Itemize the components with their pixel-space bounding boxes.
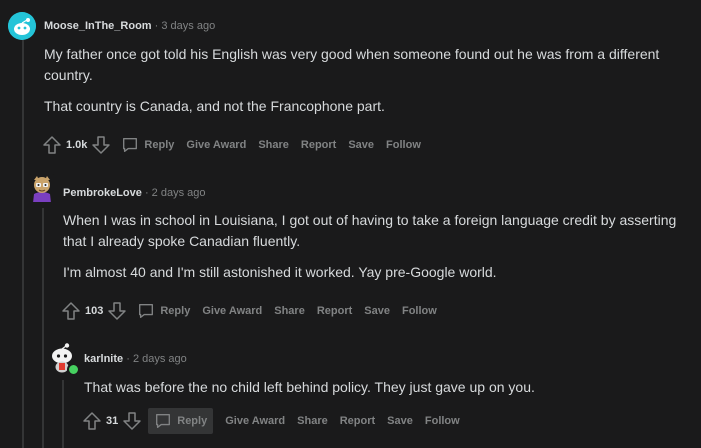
comment-paragraph: I'm almost 40 and I'm still astonished i… xyxy=(63,264,497,280)
vote-controls: 103 xyxy=(61,301,127,321)
share-button[interactable]: Share xyxy=(258,139,289,151)
comment-actions: 31 Reply Give Award Share Report Save Fo… xyxy=(82,408,460,434)
upvote-icon[interactable] xyxy=(61,301,81,321)
vote-score: 31 xyxy=(106,415,119,427)
reply-label: Reply xyxy=(177,415,208,427)
author-name[interactable]: Moose_InThe_Room xyxy=(44,20,152,32)
follow-button[interactable]: Follow xyxy=(386,139,421,151)
upvote-icon[interactable] xyxy=(42,135,62,155)
separator: · xyxy=(126,353,130,365)
vote-controls: 31 xyxy=(82,411,142,431)
comment-bubble-icon xyxy=(139,304,154,318)
comment-paragraph: When I was in school in Louisiana, I got… xyxy=(63,212,677,249)
timestamp[interactable]: 3 days ago xyxy=(161,20,215,32)
follow-button[interactable]: Follow xyxy=(402,305,437,317)
comment-bubble-icon xyxy=(123,138,138,152)
reply-button[interactable]: Reply xyxy=(121,136,174,154)
author-name[interactable]: karlnite xyxy=(84,353,123,365)
comment-meta: Moose_InThe_Room · 3 days ago xyxy=(44,20,215,32)
downvote-icon[interactable] xyxy=(122,411,142,431)
follow-button[interactable]: Follow xyxy=(425,415,460,427)
comment-bubble-icon xyxy=(156,414,171,428)
snoo-avatar-icon xyxy=(8,12,36,40)
vote-score: 103 xyxy=(85,305,104,317)
avatar[interactable] xyxy=(28,174,56,202)
upvote-icon[interactable] xyxy=(82,411,102,431)
author-name[interactable]: PembrokeLove xyxy=(63,187,142,199)
downvote-icon[interactable] xyxy=(107,301,127,321)
thread-line-level-3[interactable] xyxy=(62,380,64,448)
avatar[interactable] xyxy=(8,12,36,40)
save-button[interactable]: Save xyxy=(348,139,374,151)
timestamp[interactable]: 2 days ago xyxy=(133,353,187,365)
save-button[interactable]: Save xyxy=(387,415,413,427)
separator: · xyxy=(154,20,159,32)
avatar[interactable] xyxy=(48,342,80,376)
comment-body: My father once got told his English was … xyxy=(44,44,684,127)
report-button[interactable]: Report xyxy=(317,305,352,317)
give-award-button[interactable]: Give Award xyxy=(202,305,262,317)
comment-actions: 1.0k Reply Give Award Share Report Save … xyxy=(42,133,421,157)
comment-actions: 103 Reply Give Award Share Report Save F… xyxy=(61,299,437,323)
share-button[interactable]: Share xyxy=(297,415,328,427)
vote-controls: 1.0k xyxy=(42,135,111,155)
comment-paragraph: That country is Canada, and not the Fran… xyxy=(44,98,385,114)
downvote-icon[interactable] xyxy=(91,135,111,155)
reply-label: Reply xyxy=(144,139,175,151)
comment-body: That was before the no child left behind… xyxy=(84,377,684,408)
comment-paragraph: My father once got told his English was … xyxy=(44,46,660,83)
vote-score: 1.0k xyxy=(66,139,88,151)
comment-body: When I was in school in Louisiana, I got… xyxy=(63,210,688,293)
report-button[interactable]: Report xyxy=(301,139,336,151)
give-award-button[interactable]: Give Award xyxy=(186,139,246,151)
save-button[interactable]: Save xyxy=(364,305,390,317)
share-button[interactable]: Share xyxy=(274,305,305,317)
separator: · xyxy=(144,187,149,199)
thread-line-level-2[interactable] xyxy=(42,208,44,448)
thread-line-level-1[interactable] xyxy=(22,40,24,448)
custom-avatar-icon xyxy=(33,176,51,202)
timestamp[interactable]: 2 days ago xyxy=(152,187,206,199)
comment-paragraph: That was before the no child left behind… xyxy=(84,379,535,395)
report-button[interactable]: Report xyxy=(340,415,375,427)
reply-label: Reply xyxy=(160,305,191,317)
comment-meta: PembrokeLove · 2 days ago xyxy=(63,187,206,199)
reply-button[interactable]: Reply xyxy=(137,302,190,320)
reply-button[interactable]: Reply xyxy=(148,408,214,434)
online-status-indicator xyxy=(67,363,80,376)
comment-meta: karlnite · 2 days ago xyxy=(84,353,187,365)
give-award-button[interactable]: Give Award xyxy=(225,415,285,427)
